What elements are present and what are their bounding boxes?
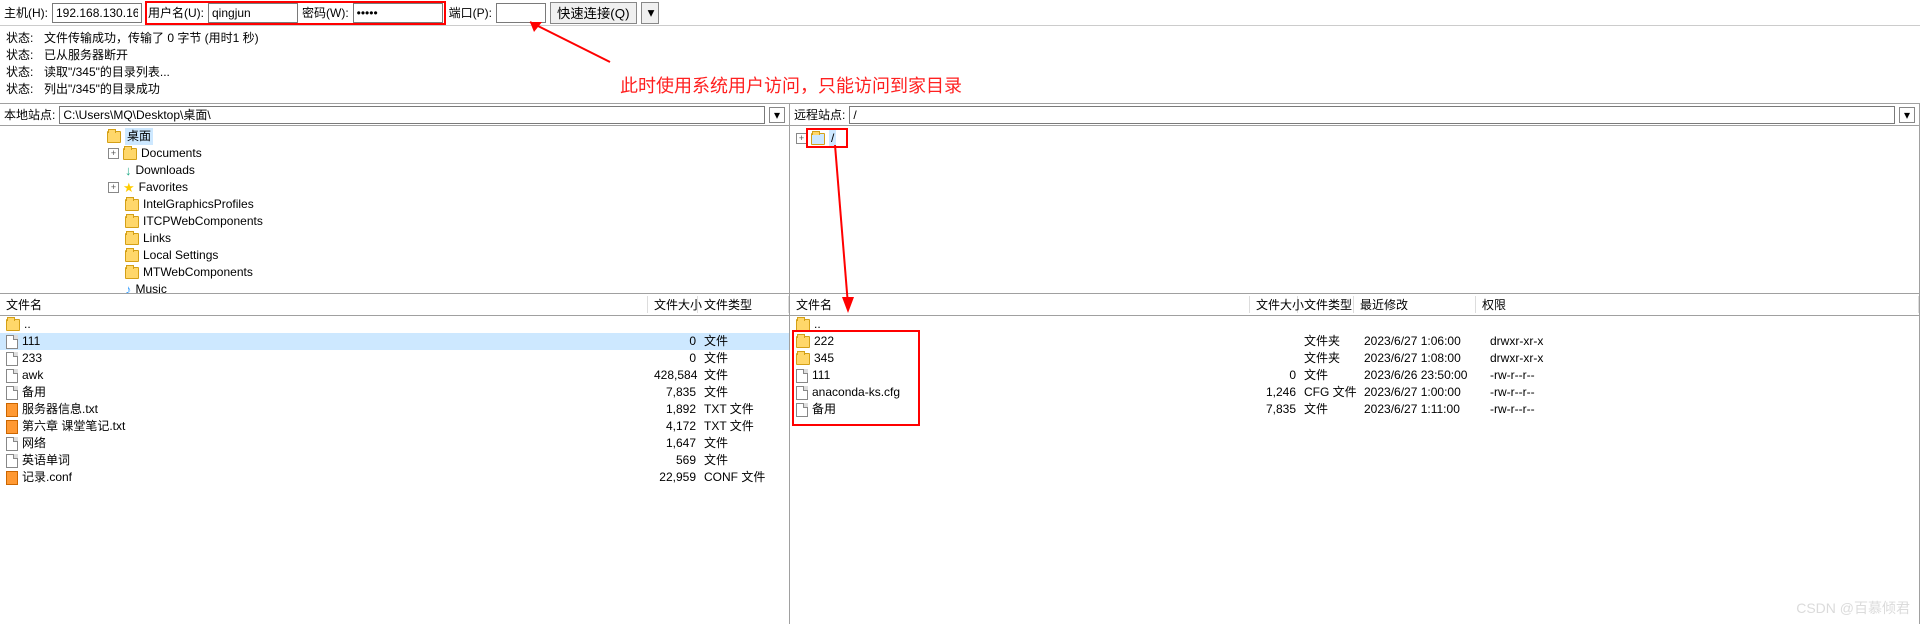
local-tree[interactable]: 桌面+Documents↓Downloads+★FavoritesIntelGr… — [0, 126, 789, 294]
status-log: 状态:文件传输成功，传输了 0 字节 (用时1 秒) 状态:已从服务器断开 状态… — [0, 26, 1920, 104]
port-label: 端口(P): — [449, 4, 492, 21]
tree-item[interactable]: IntelGraphicsProfiles — [108, 196, 789, 213]
folder-icon — [125, 250, 139, 262]
conf-file-icon — [6, 471, 18, 485]
music-icon: ♪ — [125, 281, 132, 294]
file-row[interactable]: 网络1,647文件 — [0, 435, 789, 452]
col-name[interactable]: 文件名 — [790, 296, 1250, 313]
dropdown-icon[interactable]: ▾ — [769, 107, 785, 123]
col-mod[interactable]: 最近修改 — [1354, 296, 1476, 313]
panes: 本地站点: ▾ 桌面+Documents↓Downloads+★Favorite… — [0, 104, 1920, 624]
file-row[interactable]: 服务器信息.txt1,892TXT 文件 — [0, 401, 789, 418]
remote-site-label: 远程站点: — [794, 106, 845, 123]
file-icon — [6, 437, 18, 451]
user-input[interactable] — [208, 3, 298, 23]
folder-icon — [125, 199, 139, 211]
file-row[interactable]: 345文件夹2023/6/27 1:08:00drwxr-xr-x — [790, 350, 1919, 367]
remote-file-list[interactable]: ..222文件夹2023/6/27 1:06:00drwxr-xr-x345文件… — [790, 316, 1919, 624]
file-icon — [796, 369, 808, 383]
col-type[interactable]: 文件类型 — [1298, 296, 1354, 313]
file-row[interactable]: 备用7,835文件2023/6/27 1:11:00-rw-r--r-- — [790, 401, 1919, 418]
host-label: 主机(H): — [4, 4, 48, 21]
conf-file-icon — [6, 420, 18, 434]
folder-icon — [123, 148, 137, 160]
folder-icon — [811, 133, 825, 145]
file-row[interactable]: 222文件夹2023/6/27 1:06:00drwxr-xr-x — [790, 333, 1919, 350]
local-path-input[interactable] — [59, 106, 765, 124]
file-row[interactable]: anaconda-ks.cfg1,246CFG 文件2023/6/27 1:00… — [790, 384, 1919, 401]
tree-expander-icon[interactable]: + — [796, 133, 807, 144]
tree-item[interactable]: ITCPWebComponents — [108, 213, 789, 230]
file-icon — [796, 386, 808, 400]
file-row[interactable]: 1110文件2023/6/26 23:50:00-rw-r--r-- — [790, 367, 1919, 384]
status-line: 读取"/345"的目录列表... — [44, 64, 170, 81]
file-row[interactable]: 2330文件 — [0, 350, 789, 367]
status-label: 状态: — [6, 30, 34, 47]
file-icon — [6, 454, 18, 468]
tree-item[interactable]: Links — [108, 230, 789, 247]
col-perm[interactable]: 权限 — [1476, 296, 1919, 313]
local-file-list[interactable]: ..1110文件2330文件awk428,584文件备用7,835文件服务器信息… — [0, 316, 789, 624]
file-row[interactable]: awk428,584文件 — [0, 367, 789, 384]
pass-label: 密码(W): — [302, 4, 349, 21]
watermark: CSDN @百慕倾君 — [1796, 598, 1910, 618]
folder-icon — [6, 319, 20, 331]
pass-input[interactable] — [353, 3, 443, 23]
folder-icon — [796, 336, 810, 348]
col-size[interactable]: 文件大小 — [1250, 296, 1298, 313]
tree-item[interactable]: ↓Downloads — [108, 162, 789, 179]
dropdown-icon[interactable]: ▾ — [1899, 107, 1915, 123]
folder-icon — [125, 233, 139, 245]
tree-item[interactable]: 桌面 — [90, 128, 789, 145]
tree-expander-icon[interactable]: + — [108, 182, 119, 193]
remote-root[interactable]: / — [829, 130, 836, 147]
col-type[interactable]: 文件类型 — [698, 296, 789, 313]
file-icon — [796, 403, 808, 417]
status-line: 列出"/345"的目录成功 — [44, 81, 160, 98]
file-row[interactable]: 英语单词569文件 — [0, 452, 789, 469]
tree-item[interactable]: MTWebComponents — [108, 264, 789, 281]
tree-item[interactable]: +★Favorites — [108, 179, 789, 196]
history-dropdown-button[interactable]: ▾ — [641, 2, 659, 24]
remote-pane: 远程站点: ▾ + / 文件名 文件大小 文件类型 最近修改 权限 ..222文… — [790, 104, 1920, 624]
quick-connect-button[interactable]: 快速连接(Q) — [550, 2, 637, 24]
tree-item[interactable]: Local Settings — [108, 247, 789, 264]
col-name[interactable]: 文件名 — [0, 296, 648, 313]
file-icon — [6, 352, 18, 366]
conf-file-icon — [6, 403, 18, 417]
user-label: 用户名(U): — [148, 4, 204, 21]
connection-toolbar: 主机(H): 用户名(U): 密码(W): 端口(P): 快速连接(Q) ▾ — [0, 0, 1920, 26]
local-site-label: 本地站点: — [4, 106, 55, 123]
file-row[interactable]: 1110文件 — [0, 333, 789, 350]
status-line: 已从服务器断开 — [44, 47, 128, 64]
folder-icon — [125, 267, 139, 279]
folder-icon — [796, 353, 810, 365]
file-row[interactable]: 第六章 课堂笔记.txt4,172TXT 文件 — [0, 418, 789, 435]
file-icon — [6, 335, 18, 349]
star-icon: ★ — [123, 179, 135, 196]
folder-icon — [796, 319, 810, 331]
download-icon: ↓ — [125, 162, 132, 179]
col-size[interactable]: 文件大小 — [648, 296, 698, 313]
port-input[interactable] — [496, 3, 546, 23]
tree-item[interactable]: ♪Music — [108, 281, 789, 294]
tree-item[interactable]: +Documents — [108, 145, 789, 162]
folder-icon — [125, 216, 139, 228]
host-input[interactable] — [52, 3, 142, 23]
file-icon — [6, 386, 18, 400]
status-line: 文件传输成功，传输了 0 字节 (用时1 秒) — [44, 30, 259, 47]
folder-icon — [107, 131, 121, 143]
local-file-header: 文件名 文件大小 文件类型 — [0, 294, 789, 316]
remote-file-header: 文件名 文件大小 文件类型 最近修改 权限 — [790, 294, 1919, 316]
file-row[interactable]: 备用7,835文件 — [0, 384, 789, 401]
remote-path-input[interactable] — [849, 106, 1895, 124]
file-row[interactable]: .. — [0, 316, 789, 333]
remote-tree[interactable]: + / — [790, 126, 1919, 294]
tree-expander-icon[interactable]: + — [108, 148, 119, 159]
local-pane: 本地站点: ▾ 桌面+Documents↓Downloads+★Favorite… — [0, 104, 790, 624]
file-row[interactable]: .. — [790, 316, 1919, 333]
file-icon — [6, 369, 18, 383]
file-row[interactable]: 记录.conf22,959CONF 文件 — [0, 469, 789, 486]
